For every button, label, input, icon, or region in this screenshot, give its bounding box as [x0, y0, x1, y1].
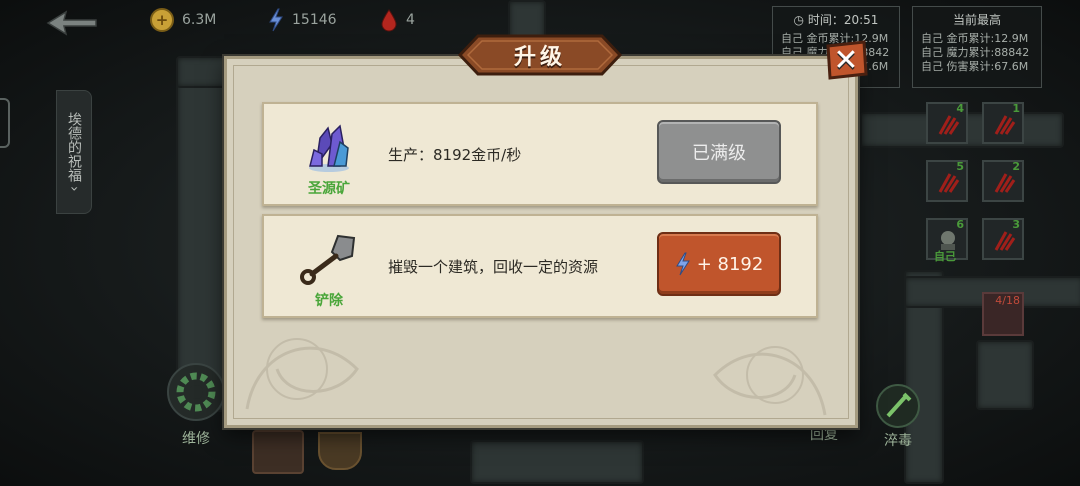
- stats-panel-best: 当前最高 自己 金币累计:12.9M 自己 魔力累计:88842 自己 伤害累计…: [912, 6, 1042, 88]
- claw-icon: [994, 173, 1016, 193]
- crystal-mine-icon: [309, 124, 349, 172]
- stat-line: 自己 魔力累计:88842: [921, 46, 1030, 59]
- time-value: 20:51: [843, 13, 879, 27]
- dungeon-wall: [976, 340, 1034, 410]
- stat-line: 自己 伤害累计:67.6M: [921, 60, 1029, 73]
- blood-drop-icon: [381, 9, 397, 32]
- close-icon: ✕: [833, 42, 859, 78]
- dialog-title-banner: 升级: [456, 32, 624, 78]
- upgrade-row-mine: 圣源矿 生产：8192金币/秒 已满级: [262, 102, 818, 206]
- skill-owner-label: 自己: [934, 250, 956, 263]
- ornament-swirl-icon: [245, 338, 359, 410]
- claw-icon: [994, 231, 1016, 251]
- mana-value: 15146: [292, 12, 337, 28]
- stat-line: 自己 金币累计:12.9M: [921, 32, 1029, 45]
- demolish-reward: + 8192: [696, 253, 764, 275]
- shovel-icon: [300, 234, 356, 285]
- time-label: 时间：: [807, 13, 844, 27]
- best-title: 当前最高: [952, 13, 1001, 27]
- skill-slot[interactable]: 4: [926, 102, 968, 144]
- skill-slot[interactable]: 2: [982, 160, 1024, 202]
- gold-counter: + 6.3M: [150, 8, 216, 32]
- poison-sword-icon: [876, 384, 920, 428]
- skill-slot[interactable]: 5: [926, 160, 968, 202]
- lightning-icon: [269, 8, 283, 32]
- claw-icon: [938, 173, 960, 193]
- dungeon-wall: [470, 440, 644, 484]
- pot-item[interactable]: [318, 432, 362, 470]
- blessing-tab-label: 埃德的祝福: [66, 112, 82, 183]
- mine-item: 圣源矿: [294, 118, 364, 198]
- mine-label: 圣源矿: [308, 181, 350, 197]
- building-slot[interactable]: [252, 430, 304, 474]
- demolish-description: 摧毁一个建筑，回收一定的资源: [388, 257, 599, 276]
- gear-wrench-icon: [167, 363, 225, 421]
- close-button[interactable]: ✕: [824, 40, 868, 80]
- mine-description: 生产：8192金币/秒: [388, 145, 522, 164]
- demolish-label: 铲除: [315, 293, 343, 309]
- skill-slot[interactable]: 1: [982, 102, 1024, 144]
- mana-counter: 15146: [268, 8, 337, 32]
- skill-slot[interactable]: 6 自己: [926, 218, 968, 263]
- game-screen: + 6.3M 15146 4 ◷ 时间：20:51 自己 金币累计:12.9M …: [0, 0, 1080, 486]
- enemy-count: 4/18: [995, 294, 1020, 307]
- lightning-icon: [675, 252, 690, 276]
- max-level-label: 已满级: [692, 143, 746, 164]
- demolish-button[interactable]: + 8192: [657, 232, 781, 296]
- left-edge-handle[interactable]: [0, 98, 10, 148]
- demolish-item: 铲除: [294, 230, 364, 310]
- claw-icon: [938, 115, 960, 135]
- upgrade-row-demolish: 铲除 摧毁一个建筑，回收一定的资源 + 8192: [262, 214, 818, 318]
- claw-icon: [994, 115, 1016, 135]
- time-row: ◷ 时间：20:51: [781, 11, 891, 28]
- repair-label: 维修: [182, 431, 210, 447]
- blood-value: 4: [406, 12, 415, 28]
- ornament-swirl-icon: [713, 346, 827, 416]
- skill-slot[interactable]: 3: [982, 218, 1024, 260]
- poison-button[interactable]: 淬毒: [870, 384, 926, 450]
- poison-label: 淬毒: [884, 433, 912, 449]
- blessing-tab[interactable]: 埃德的祝福 ›: [56, 90, 92, 214]
- gold-coin-icon: +: [150, 8, 174, 32]
- max-level-button[interactable]: 已满级: [657, 120, 781, 184]
- chevron-right-icon: ›: [66, 186, 82, 192]
- blood-counter: 4: [380, 8, 415, 32]
- clock-icon: ◷: [793, 13, 805, 27]
- enemy-portrait[interactable]: 4/18: [982, 292, 1024, 336]
- gold-value: 6.3M: [182, 12, 217, 28]
- repair-button[interactable]: 维修: [160, 362, 232, 448]
- back-arrow-icon[interactable]: [44, 10, 100, 36]
- dialog-title: 升级: [513, 45, 566, 70]
